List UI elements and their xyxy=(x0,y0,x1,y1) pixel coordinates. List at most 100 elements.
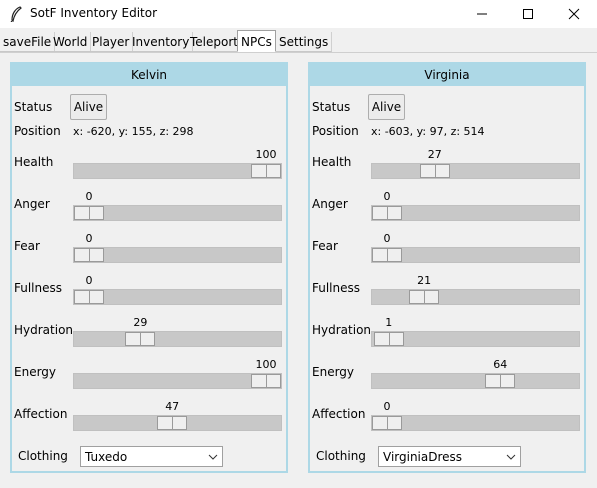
slider-thumb[interactable] xyxy=(372,416,402,430)
slider-value: 0 xyxy=(85,232,93,245)
status-button[interactable]: Alive xyxy=(70,94,107,120)
position-label: Position xyxy=(312,124,359,138)
stat-label-health: Health xyxy=(312,155,352,169)
minimize-icon xyxy=(477,13,487,15)
stat-label-affection: Affection xyxy=(14,407,68,421)
stat-label-fullness: Fullness xyxy=(312,281,361,295)
tab-settings[interactable]: Settings xyxy=(276,32,333,52)
slider-thumb[interactable] xyxy=(419,164,450,178)
slider-trough[interactable] xyxy=(371,415,580,431)
close-icon xyxy=(568,8,580,20)
minimize-button[interactable] xyxy=(459,0,505,28)
stat-label-energy: Energy xyxy=(14,365,57,379)
title-bar: SotF Inventory Editor xyxy=(0,0,597,28)
anger-slider[interactable]: 0 xyxy=(73,190,282,222)
fullness-slider[interactable]: 21 xyxy=(371,274,580,306)
npc-panel-kelvin: Kelvin Status Alive Position x: -620, y:… xyxy=(10,62,288,473)
health-slider[interactable]: 100 xyxy=(73,148,282,180)
slider-thumb[interactable] xyxy=(251,164,281,178)
slider-thumb[interactable] xyxy=(74,248,104,262)
npc-panel-virginia: Virginia Status Alive Position x: -603, … xyxy=(308,62,586,473)
tab-npcs[interactable]: NPCs xyxy=(237,30,276,52)
slider-thumb[interactable] xyxy=(373,332,404,346)
stat-label-energy: Energy xyxy=(312,365,355,379)
energy-slider[interactable]: 100 xyxy=(73,358,282,390)
slider-thumb[interactable] xyxy=(485,374,516,388)
slider-thumb[interactable] xyxy=(251,374,281,388)
slider-thumb[interactable] xyxy=(409,290,440,304)
slider-value: 0 xyxy=(85,190,93,203)
stat-label-affection: Affection xyxy=(312,407,366,421)
slider-trough[interactable] xyxy=(371,205,580,221)
status-label: Status xyxy=(312,100,351,114)
slider-value: 64 xyxy=(493,358,508,371)
slider-value: 1 xyxy=(385,316,393,329)
stat-label-fear: Fear xyxy=(312,239,338,253)
slider-thumb[interactable] xyxy=(74,206,104,220)
tab-bar: saveFile World Player Inventory Teleport… xyxy=(0,30,597,53)
chevron-down-icon xyxy=(208,454,218,460)
position-value: x: -603, y: 97, z: 514 xyxy=(371,125,485,138)
slider-thumb[interactable] xyxy=(372,248,402,262)
clothing-dropdown[interactable]: Tuxedo xyxy=(80,446,223,467)
fear-slider[interactable]: 0 xyxy=(73,232,282,264)
position-label: Position xyxy=(14,124,61,138)
slider-value: 100 xyxy=(255,358,277,371)
slider-value: 27 xyxy=(427,148,442,161)
maximize-icon xyxy=(523,9,533,19)
hydration-slider[interactable]: 1 xyxy=(371,316,580,348)
slider-thumb[interactable] xyxy=(157,416,188,430)
maximize-button[interactable] xyxy=(505,0,551,28)
slider-trough[interactable] xyxy=(371,373,580,389)
npc-name-header: Kelvin xyxy=(12,64,286,86)
close-button[interactable] xyxy=(551,0,597,28)
clothing-label: Clothing xyxy=(316,449,366,463)
tab-player[interactable]: Player xyxy=(89,32,134,52)
tab-savefile[interactable]: saveFile xyxy=(0,32,56,52)
slider-trough[interactable] xyxy=(371,289,580,305)
anger-slider[interactable]: 0 xyxy=(371,190,580,222)
stat-label-hydration: Hydration xyxy=(312,323,372,337)
slider-value: 0 xyxy=(383,400,391,413)
window-title: SotF Inventory Editor xyxy=(30,6,158,20)
tab-inventory[interactable]: Inventory xyxy=(129,32,194,52)
slider-thumb[interactable] xyxy=(74,290,104,304)
slider-trough[interactable] xyxy=(73,247,282,263)
status-label: Status xyxy=(14,100,53,114)
slider-value: 47 xyxy=(165,400,180,413)
chevron-down-icon xyxy=(506,454,516,460)
slider-value: 0 xyxy=(383,232,391,245)
affection-slider[interactable]: 0 xyxy=(371,400,580,432)
clothing-selected-value: Tuxedo xyxy=(85,450,128,464)
slider-thumb[interactable] xyxy=(372,206,402,220)
tab-world[interactable]: World xyxy=(50,32,92,52)
slider-trough[interactable] xyxy=(371,247,580,263)
affection-slider[interactable]: 47 xyxy=(73,400,282,432)
slider-trough[interactable] xyxy=(73,331,282,347)
slider-value: 29 xyxy=(133,316,148,329)
clothing-selected-value: VirginiaDress xyxy=(383,450,463,464)
slider-value: 21 xyxy=(417,274,432,287)
stat-label-anger: Anger xyxy=(312,197,348,211)
slider-value: 0 xyxy=(383,190,391,203)
health-slider[interactable]: 27 xyxy=(371,148,580,180)
fullness-slider[interactable]: 0 xyxy=(73,274,282,306)
clothing-label: Clothing xyxy=(18,449,68,463)
slider-value: 0 xyxy=(85,274,93,287)
fear-slider[interactable]: 0 xyxy=(371,232,580,264)
status-button[interactable]: Alive xyxy=(368,94,405,120)
tab-teleport[interactable]: Teleport xyxy=(187,32,242,52)
slider-trough[interactable] xyxy=(73,289,282,305)
slider-trough[interactable] xyxy=(73,205,282,221)
clothing-dropdown[interactable]: VirginiaDress xyxy=(378,446,521,467)
slider-value: 100 xyxy=(255,148,277,161)
energy-slider[interactable]: 64 xyxy=(371,358,580,390)
stat-label-health: Health xyxy=(14,155,54,169)
slider-trough[interactable] xyxy=(371,163,580,179)
stat-label-hydration: Hydration xyxy=(14,323,74,337)
hydration-slider[interactable]: 29 xyxy=(73,316,282,348)
slider-thumb[interactable] xyxy=(125,332,156,346)
stat-label-anger: Anger xyxy=(14,197,50,211)
feather-icon xyxy=(10,6,22,22)
stat-label-fullness: Fullness xyxy=(14,281,63,295)
